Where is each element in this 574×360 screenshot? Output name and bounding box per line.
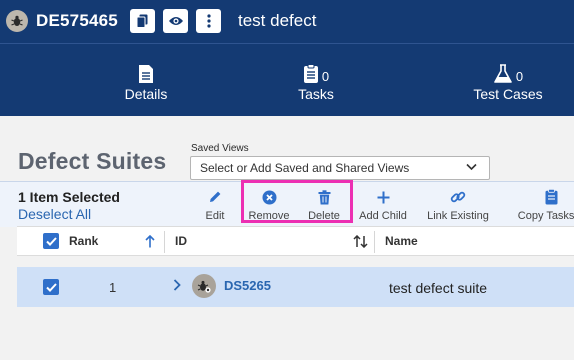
- tasks-count: 0: [321, 69, 330, 84]
- defect-suite-icon: [192, 274, 216, 298]
- clipboard-icon: [303, 64, 318, 83]
- page-title: Defect Suites: [18, 148, 167, 174]
- checkmark-icon: [45, 282, 57, 292]
- add-child-button[interactable]: Add Child: [356, 188, 410, 222]
- eye-icon: [168, 17, 183, 25]
- defect-id: DE575465: [36, 11, 118, 30]
- saved-views-select[interactable]: Select or Add Saved and Shared Views: [190, 156, 490, 180]
- defect-name: test defect: [238, 11, 317, 30]
- tab-details-label: Details: [124, 86, 168, 102]
- copy-id-button[interactable]: [130, 9, 155, 33]
- sort-toggle-icon[interactable]: [353, 235, 369, 248]
- tab-details[interactable]: Details: [118, 58, 174, 102]
- app-root: DE575465 test defect Details 0 Tasks 0 T…: [0, 0, 574, 360]
- pencil-icon: [210, 191, 221, 202]
- flask-icon: [494, 64, 512, 83]
- column-header-rank[interactable]: Rank: [69, 234, 98, 248]
- column-divider: [164, 231, 165, 253]
- column-header-id[interactable]: ID: [175, 234, 187, 248]
- test-cases-count: 0: [515, 69, 524, 84]
- chevron-right-icon[interactable]: [173, 279, 181, 291]
- tab-tasks-label: Tasks: [298, 86, 334, 102]
- tab-tasks[interactable]: 0 Tasks: [294, 58, 338, 102]
- copy-tasks-label: Copy Tasks F: [517, 210, 574, 222]
- link-existing-button[interactable]: Link Existing: [424, 188, 492, 222]
- document-icon: [139, 65, 153, 83]
- saved-views-label: Saved Views: [191, 143, 249, 154]
- row-rank: 1: [109, 280, 117, 295]
- column-header-name[interactable]: Name: [385, 234, 418, 248]
- edit-label: Edit: [205, 210, 225, 222]
- tab-test-cases-label: Test Cases: [473, 86, 543, 102]
- artifact-nav: Details 0 Tasks 0 Test Cases: [0, 43, 574, 116]
- column-divider: [374, 231, 375, 253]
- row-name: test defect suite: [389, 280, 488, 296]
- link-icon: [450, 191, 466, 203]
- artifact-header: DE575465 test defect: [0, 0, 574, 43]
- selected-count: 1 Item Selected: [18, 189, 120, 205]
- copy-icon: [136, 14, 148, 28]
- defect-type-icon: [6, 10, 28, 32]
- deselect-all-link[interactable]: Deselect All: [18, 206, 91, 222]
- edit-button[interactable]: Edit: [200, 188, 230, 222]
- tab-test-cases[interactable]: 0 Test Cases: [470, 58, 546, 102]
- row-id-link[interactable]: DS5265: [224, 278, 271, 293]
- chevron-down-icon: [466, 163, 477, 171]
- copy-tasks-button[interactable]: Copy Tasks F: [506, 188, 574, 222]
- table-row[interactable]: 1 DS5265 test defect suite: [17, 267, 574, 307]
- more-actions-button[interactable]: [196, 9, 221, 33]
- table-header: Rank ID Name: [17, 226, 574, 256]
- add-child-label: Add Child: [359, 210, 407, 222]
- watch-button[interactable]: [163, 9, 188, 33]
- plus-icon: [377, 191, 389, 203]
- annotation-highlight: [241, 180, 353, 223]
- clipboard-copy-icon: [545, 189, 557, 205]
- vertical-dots-icon: [206, 14, 211, 28]
- checkmark-icon: [45, 236, 57, 246]
- row-checkbox[interactable]: [43, 279, 59, 295]
- select-all-checkbox[interactable]: [43, 233, 59, 249]
- link-existing-label: Link Existing: [427, 210, 489, 222]
- sort-ascending-icon[interactable]: [145, 235, 155, 248]
- saved-views-placeholder: Select or Add Saved and Shared Views: [200, 161, 410, 175]
